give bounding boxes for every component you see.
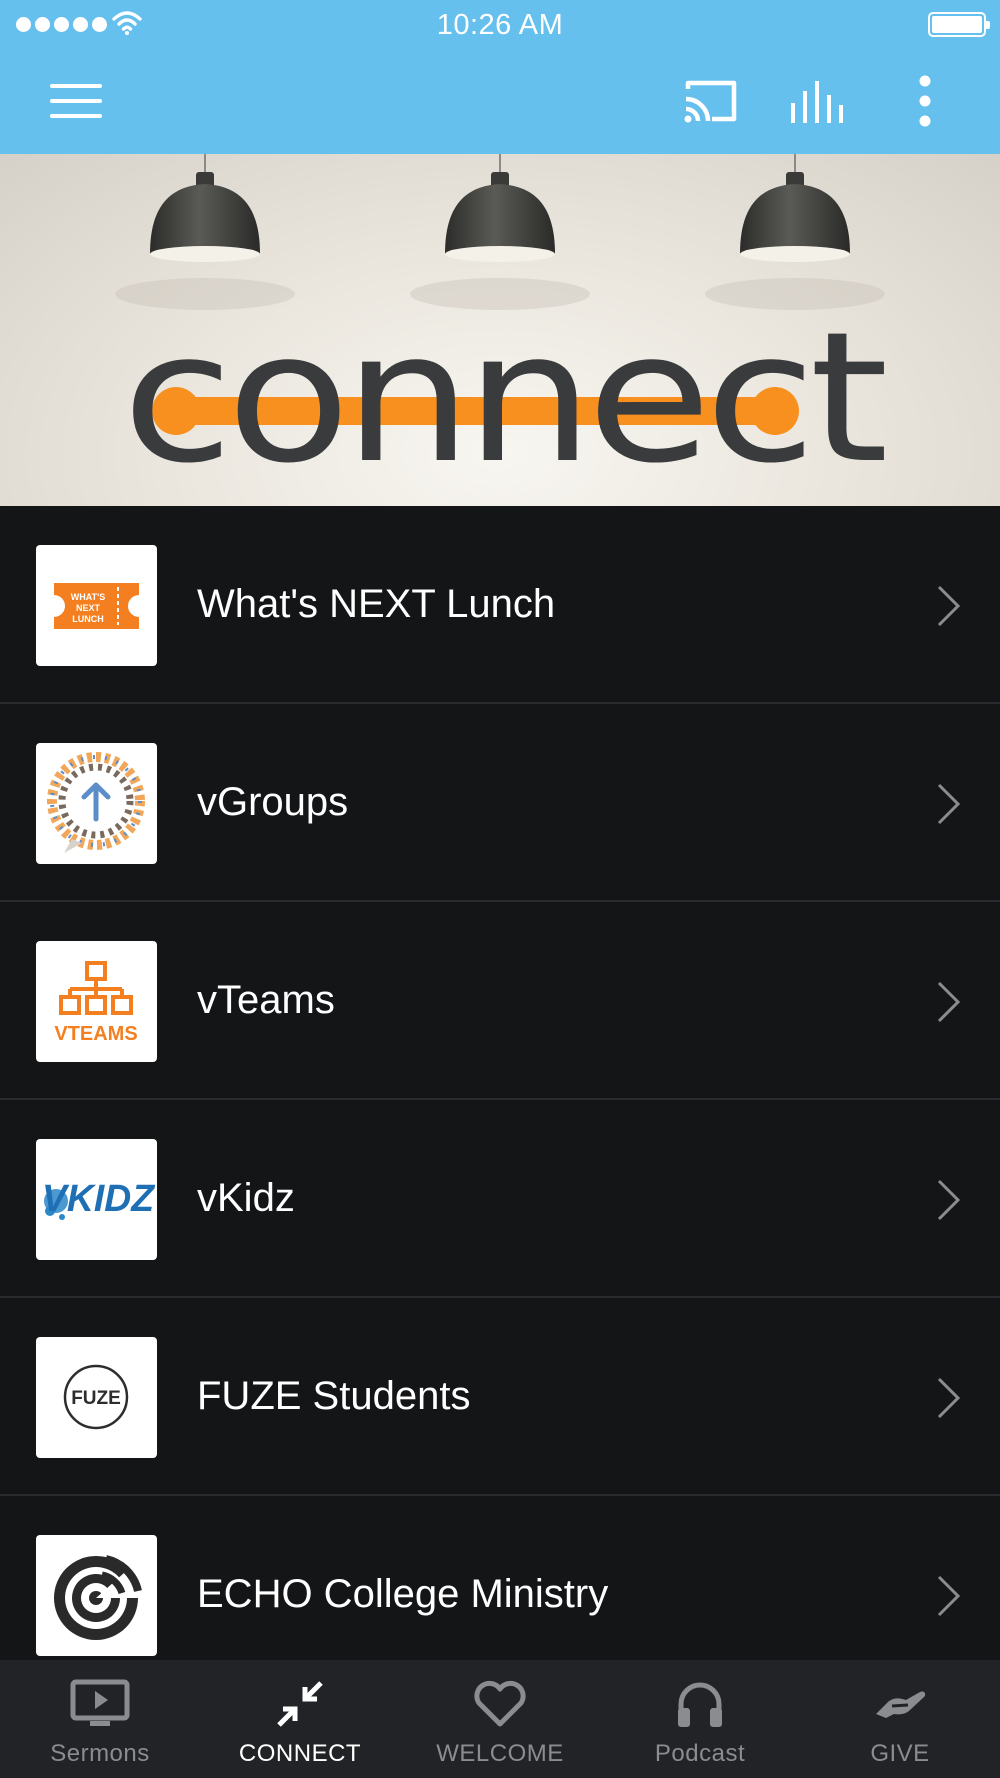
status-bar: 10:26 AM bbox=[0, 0, 1000, 50]
status-time: 10:26 AM bbox=[436, 9, 564, 41]
tab-label: Podcast bbox=[654, 1740, 746, 1767]
vgroups-thumbnail bbox=[36, 743, 157, 864]
whats-next-lunch-thumbnail: WHAT'S NEXT LUNCH bbox=[36, 545, 157, 666]
echo-college-thumbnail bbox=[36, 1535, 157, 1656]
list-item-vgroups[interactable]: vGroups bbox=[0, 704, 1000, 902]
list-item-label: What's NEXT Lunch bbox=[197, 582, 556, 626]
tab-sermons[interactable]: Sermons bbox=[0, 1660, 200, 1778]
pendant-lamp bbox=[410, 154, 590, 310]
svg-text:VKIDZ: VKIDZ bbox=[42, 1178, 156, 1220]
chevron-right-icon bbox=[937, 1179, 961, 1221]
vkidz-thumbnail: VKIDZ bbox=[36, 1139, 157, 1260]
equalizer-bars-icon bbox=[791, 81, 843, 123]
audio-button[interactable] bbox=[782, 70, 852, 132]
app-header: 10:26 AM bbox=[0, 0, 1000, 154]
svg-text:LUNCH: LUNCH bbox=[72, 614, 104, 624]
tab-label: GIVE bbox=[870, 1740, 930, 1767]
menu-button[interactable] bbox=[40, 70, 112, 132]
vteams-thumbnail: VTEAMS bbox=[36, 941, 157, 1062]
tab-connect[interactable]: CONNECT bbox=[200, 1660, 400, 1778]
battery-icon bbox=[928, 12, 990, 37]
tv-play-icon bbox=[70, 1679, 130, 1726]
list-item-label: vKidz bbox=[197, 1176, 295, 1220]
svg-text:WHAT'S: WHAT'S bbox=[71, 592, 105, 602]
pendant-lamp bbox=[705, 154, 885, 310]
list-item-vkidz[interactable]: VKIDZ vKidz bbox=[0, 1100, 1000, 1298]
tab-podcast[interactable]: Podcast bbox=[600, 1660, 800, 1778]
more-options-button[interactable] bbox=[900, 70, 950, 132]
list-item-label: FUZE Students bbox=[197, 1374, 471, 1418]
heart-icon bbox=[474, 1680, 526, 1727]
chevron-right-icon bbox=[937, 1575, 961, 1617]
connect-list: WHAT'S NEXT LUNCH What's NEXT Lunch vGro… bbox=[0, 506, 1000, 1694]
tab-give[interactable]: GIVE bbox=[800, 1660, 1000, 1778]
tab-welcome[interactable]: WELCOME bbox=[400, 1660, 600, 1778]
hero-illustration: connect bbox=[115, 154, 891, 503]
chevron-right-icon bbox=[937, 585, 961, 627]
chevron-right-icon bbox=[937, 783, 961, 825]
hero-title: connect bbox=[122, 294, 885, 503]
tab-label: CONNECT bbox=[238, 1740, 362, 1767]
tab-label: WELCOME bbox=[436, 1740, 564, 1767]
pendant-lamp bbox=[115, 154, 295, 310]
cast-icon bbox=[684, 80, 737, 123]
cast-button[interactable] bbox=[676, 70, 746, 132]
svg-text:NEXT: NEXT bbox=[76, 603, 101, 613]
fuze-students-thumbnail: FUZE bbox=[36, 1337, 157, 1458]
hero-banner: connect bbox=[0, 154, 1000, 506]
svg-text:VTEAMS: VTEAMS bbox=[54, 1023, 137, 1045]
chevron-right-icon bbox=[937, 981, 961, 1023]
headphones-icon bbox=[678, 1682, 722, 1727]
list-item-vteams[interactable]: VTEAMS vTeams bbox=[0, 902, 1000, 1100]
chevron-right-icon bbox=[937, 1377, 961, 1419]
bottom-tab-bar: Sermons CONNECT WELCOME Podcast GIVE bbox=[0, 1660, 1000, 1778]
svg-text:FUZE: FUZE bbox=[71, 1388, 121, 1409]
more-vertical-icon bbox=[919, 75, 931, 127]
list-item-whats-next-lunch[interactable]: WHAT'S NEXT LUNCH What's NEXT Lunch bbox=[0, 506, 1000, 704]
arrows-in-icon bbox=[277, 1681, 323, 1727]
giving-hand-icon bbox=[876, 1691, 926, 1718]
tab-label: Sermons bbox=[50, 1740, 150, 1767]
list-item-fuze-students[interactable]: FUZE FUZE Students bbox=[0, 1298, 1000, 1496]
list-item-label: vGroups bbox=[197, 780, 349, 824]
list-item-label: vTeams bbox=[197, 978, 335, 1022]
hamburger-menu-icon bbox=[50, 84, 102, 118]
